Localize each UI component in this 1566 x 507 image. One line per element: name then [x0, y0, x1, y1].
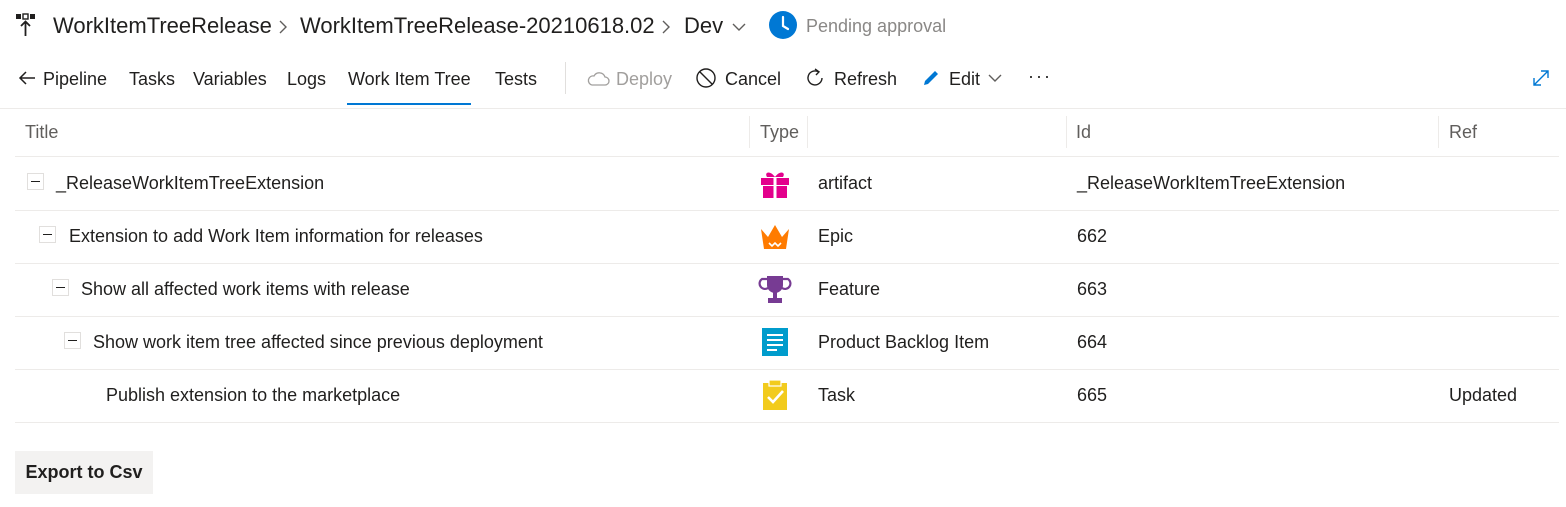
header: WorkItemTreeRelease WorkItemTreeRelease-…	[0, 0, 1566, 54]
row-type: artifact	[818, 173, 873, 193]
collapse-toggle[interactable]	[27, 173, 44, 190]
breadcrumb-pipeline[interactable]: WorkItemTreeRelease	[53, 12, 272, 40]
chevron-right-icon	[279, 20, 287, 34]
row-type: Epic	[818, 226, 854, 246]
release-pipeline-icon	[16, 13, 35, 36]
cancel-button[interactable]: Cancel	[725, 68, 781, 90]
clipboard-check-icon	[763, 379, 787, 410]
column-header-title[interactable]: Title	[25, 122, 58, 143]
table-row[interactable]: Publish extension to the marketplace Tas…	[15, 369, 1559, 423]
cancel-icon	[696, 68, 716, 88]
cloud-icon	[587, 72, 610, 86]
row-title: Publish extension to the marketplace	[106, 385, 401, 405]
list-icon	[762, 328, 788, 356]
row-title: Show all affected work items with releas…	[81, 279, 410, 299]
row-type: Product Backlog Item	[818, 332, 990, 352]
column-header-ref[interactable]: Ref	[1449, 122, 1477, 143]
table-row[interactable]: Extension to add Work Item information f…	[15, 210, 1559, 264]
export-to-csv-button[interactable]: Export to Csv	[15, 451, 153, 494]
crown-icon	[761, 225, 789, 249]
row-id: _ReleaseWorkItemTreeExtension	[1077, 173, 1346, 193]
tab-tests[interactable]: Tests	[495, 68, 537, 90]
collapse-toggle[interactable]	[39, 226, 56, 243]
row-title: Extension to add Work Item information f…	[69, 226, 483, 246]
column-divider	[749, 116, 750, 148]
tab-work-item-tree[interactable]: Work Item Tree	[348, 68, 471, 90]
table-header: Title Type Id Ref	[15, 108, 1559, 157]
row-title: Show work item tree affected since previ…	[93, 332, 543, 352]
refresh-icon	[807, 68, 823, 86]
tab-variables[interactable]: Variables	[193, 68, 267, 90]
status-label: Pending approval	[806, 16, 947, 36]
row-id: 663	[1077, 279, 1108, 299]
deploy-button[interactable]: Deploy	[616, 68, 672, 90]
column-divider	[807, 116, 808, 148]
active-tab-indicator	[347, 103, 471, 105]
toolbar-divider	[565, 62, 566, 94]
chevron-down-icon[interactable]	[987, 72, 1003, 84]
pencil-icon	[924, 71, 938, 85]
row-id: 665	[1077, 385, 1108, 405]
column-header-id[interactable]: Id	[1076, 122, 1091, 143]
row-title: _ReleaseWorkItemTreeExtension	[56, 173, 325, 193]
tab-tasks[interactable]: Tasks	[129, 68, 175, 90]
more-actions-button[interactable]: ···	[1028, 65, 1052, 87]
column-divider	[1066, 116, 1067, 148]
row-ref: Updated	[1449, 385, 1518, 405]
column-divider	[1438, 116, 1439, 148]
edit-button[interactable]: Edit	[949, 68, 980, 90]
row-type: Feature	[818, 279, 881, 299]
tab-logs[interactable]: Logs	[287, 68, 326, 90]
toolbar: Pipeline Tasks Variables Logs Work Item …	[0, 54, 1566, 109]
table-row[interactable]: Show all affected work items with releas…	[15, 263, 1559, 317]
clock-icon	[769, 11, 797, 39]
column-header-type[interactable]: Type	[760, 122, 799, 143]
pipeline-back-button[interactable]: Pipeline	[43, 68, 107, 90]
refresh-button[interactable]: Refresh	[834, 68, 897, 90]
breadcrumb-release[interactable]: WorkItemTreeRelease-20210618.02	[300, 12, 655, 40]
expand-icon[interactable]	[1530, 67, 1552, 89]
trophy-icon	[758, 276, 792, 303]
chevron-down-icon[interactable]	[731, 21, 747, 33]
gift-icon	[761, 172, 789, 198]
chevron-right-icon	[662, 20, 670, 34]
collapse-toggle[interactable]	[52, 279, 69, 296]
row-id: 664	[1077, 332, 1108, 352]
table-row[interactable]: Show work item tree affected since previ…	[15, 316, 1559, 370]
breadcrumb-stage[interactable]: Dev	[684, 12, 723, 40]
collapse-toggle[interactable]	[64, 332, 81, 349]
arrow-left-icon[interactable]	[17, 69, 37, 87]
row-id: 662	[1077, 226, 1108, 246]
row-type: Task	[818, 385, 856, 405]
table-row[interactable]: _ReleaseWorkItemTreeExtension artifact _…	[15, 157, 1559, 211]
